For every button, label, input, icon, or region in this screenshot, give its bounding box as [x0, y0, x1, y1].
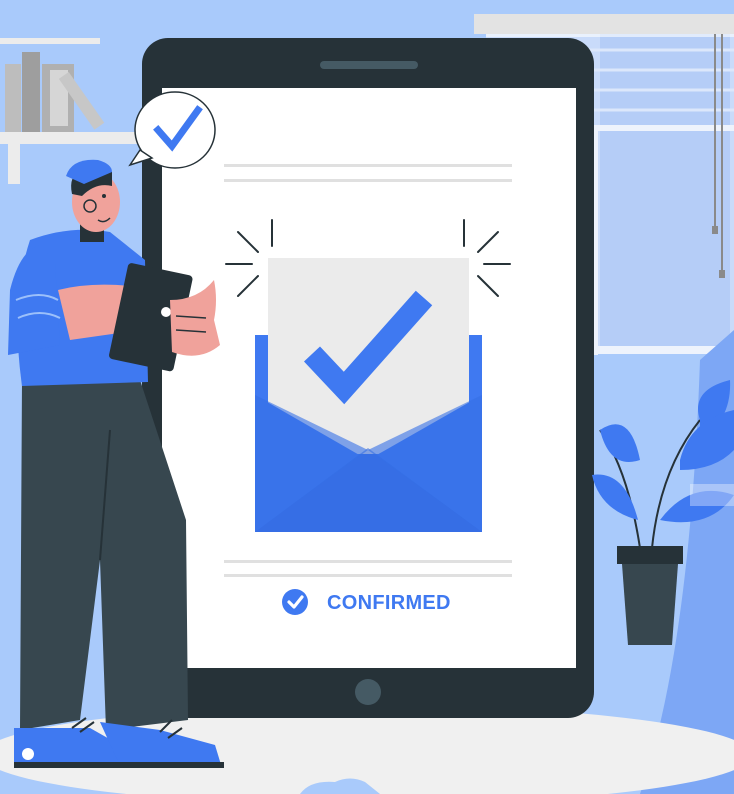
check-circle-icon [282, 589, 308, 615]
confirmed-status-label: CONFIRMED [327, 592, 451, 614]
envelope-check-icon [255, 258, 482, 532]
illustration-scene: CONFIRMED [0, 0, 734, 794]
scene-artwork [0, 0, 734, 794]
